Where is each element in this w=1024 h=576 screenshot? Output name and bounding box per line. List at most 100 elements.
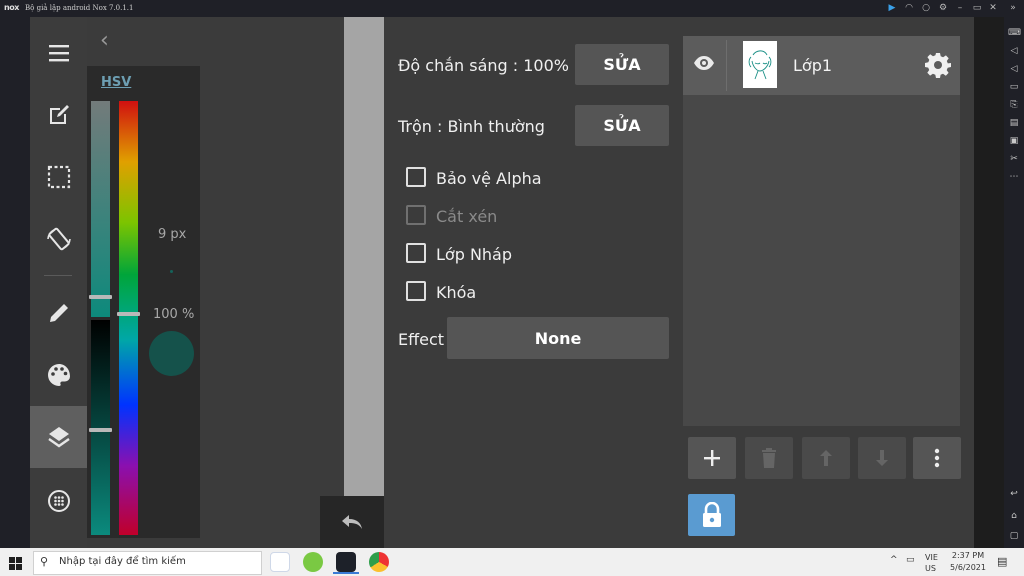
effect-select-button[interactable]: None: [447, 317, 669, 359]
move-layer-down-button[interactable]: [858, 437, 906, 479]
lock-layer-button[interactable]: [688, 494, 735, 536]
toolbar-divider: [44, 275, 72, 276]
blend-edit-button[interactable]: SỬA: [575, 105, 669, 146]
layer-more-button[interactable]: [913, 437, 961, 479]
chevron-left-icon[interactable]: ‹: [100, 28, 109, 53]
lock-label: Khóa: [436, 283, 477, 302]
nox-app-icon[interactable]: [336, 552, 356, 572]
grid-tool-button[interactable]: [30, 470, 87, 532]
selection-tool-button[interactable]: [30, 146, 87, 208]
android-recents-icon[interactable]: ▢: [1008, 530, 1020, 542]
lock-icon: [702, 502, 721, 527]
account-icon[interactable]: ○: [920, 3, 932, 14]
clipping-checkbox: [406, 205, 426, 225]
notification-icon[interactable]: ▤: [997, 555, 1007, 568]
eye-icon[interactable]: [693, 55, 715, 75]
draft-layer-checkbox[interactable]: [406, 243, 426, 263]
shared-folder-icon[interactable]: ▣: [1008, 135, 1020, 147]
window-title: Bộ giả lập android Nox 7.0.1.1: [25, 4, 134, 12]
menu-button[interactable]: [30, 22, 87, 84]
opacity-edit-button[interactable]: SỬA: [575, 44, 669, 85]
input-language-top: VIE: [925, 553, 938, 562]
hue-thumb[interactable]: [117, 312, 140, 316]
hamburger-icon: [48, 45, 69, 62]
more-vertical-icon: [934, 448, 940, 468]
undo-button[interactable]: [320, 496, 384, 548]
move-layer-up-button[interactable]: [802, 437, 850, 479]
hue-slider[interactable]: [119, 101, 138, 535]
palette-tool-button[interactable]: [30, 344, 87, 406]
value-thumb[interactable]: [89, 428, 112, 432]
active-app-indicator: [333, 572, 359, 574]
layer-properties-panel: [384, 17, 683, 548]
effect-label: Effect: [398, 330, 445, 349]
canvas-strip[interactable]: [344, 17, 384, 496]
trash-icon: [762, 448, 776, 468]
screenshot-icon[interactable]: ⎘: [1008, 99, 1020, 111]
windows-start-icon[interactable]: [9, 555, 22, 574]
emulator-side-toolbar: ⌨ ◁ ◁ ▭ ⎘ ▤ ▣ ✂ ⋯ ↩ ⌂ ▢: [1004, 17, 1024, 548]
layer-name: Lớp1: [793, 56, 833, 75]
install-apk-icon[interactable]: ▤: [1008, 117, 1020, 129]
add-layer-button[interactable]: [688, 437, 736, 479]
input-language[interactable]: VIE US: [925, 552, 938, 574]
zalo-app-icon[interactable]: [270, 552, 290, 572]
tray-chevron-icon[interactable]: ^: [890, 555, 898, 565]
arrow-up-icon: [820, 450, 832, 466]
selection-icon: [47, 165, 70, 189]
screen-icon[interactable]: ▭: [1008, 81, 1020, 93]
network-icon[interactable]: ▭: [906, 555, 915, 565]
delete-layer-button[interactable]: [745, 437, 793, 479]
rotate-icon: [46, 227, 71, 251]
scissors-icon[interactable]: ✂: [1008, 153, 1020, 165]
emulator-title-bar: nox Bộ giả lập android Nox 7.0.1.1 ▶ ◠ ○…: [0, 0, 1024, 17]
volume-down-icon[interactable]: ◁: [1008, 63, 1020, 75]
keyboard-icon[interactable]: ⌨: [1008, 27, 1021, 39]
maximize-icon[interactable]: ▭: [971, 3, 983, 14]
brush-opacity-label: 100 %: [153, 307, 195, 322]
brush-size-preview: [170, 270, 173, 273]
tool-sidebar: [30, 17, 87, 548]
android-back-icon[interactable]: ↩: [1008, 488, 1020, 500]
edit-icon: [49, 105, 69, 124]
clipping-label: Cắt xén: [436, 207, 498, 226]
arrow-down-icon: [876, 450, 888, 466]
nox-logo: nox: [4, 3, 19, 12]
clock-date: 5/6/2021: [950, 563, 986, 572]
pen-tool-button[interactable]: [30, 282, 87, 344]
sketch-thumbnail-icon: [748, 50, 772, 80]
close-icon[interactable]: ✕: [987, 3, 999, 14]
input-language-bottom: US: [925, 564, 936, 573]
opacity-label: Độ chắn sáng : 100%: [398, 56, 569, 75]
chrome-app-icon[interactable]: [369, 552, 389, 572]
edit-tool-button[interactable]: [30, 84, 87, 146]
hsv-mode-link[interactable]: HSV: [101, 75, 131, 90]
more-icon[interactable]: ⋯: [1008, 171, 1020, 183]
taskbar-clock[interactable]: 2:37 PM 5/6/2021: [950, 551, 986, 572]
saturation-thumb[interactable]: [89, 295, 112, 299]
layers-tool-button[interactable]: [30, 406, 87, 468]
rotate-tool-button[interactable]: [30, 208, 87, 270]
settings-icon[interactable]: ⚙: [937, 3, 949, 14]
play-icon[interactable]: ▶: [886, 3, 898, 14]
expand-sidebar-icon[interactable]: »: [1007, 3, 1019, 14]
alpha-protect-checkbox[interactable]: [406, 167, 426, 187]
current-color-swatch[interactable]: [149, 331, 194, 376]
blend-mode-label: Trộn : Bình thường: [398, 117, 545, 136]
minimize-icon[interactable]: –: [954, 3, 966, 14]
layer-settings-icon[interactable]: [925, 52, 951, 82]
headset-icon[interactable]: ◠: [903, 3, 915, 14]
taskbar-search-placeholder: Nhập tại đây để tìm kiếm: [59, 556, 186, 567]
draft-layer-label: Lớp Nháp: [436, 245, 513, 264]
lock-checkbox[interactable]: [406, 281, 426, 301]
layer-row-divider: [726, 40, 727, 91]
android-home-icon[interactable]: ⌂: [1008, 510, 1020, 522]
browser-app-icon[interactable]: [303, 552, 323, 572]
layers-icon: [47, 427, 70, 448]
palette-icon: [47, 364, 70, 386]
clock-time: 2:37 PM: [951, 551, 985, 560]
undo-icon: [342, 515, 362, 529]
saturation-slider[interactable]: [91, 101, 110, 317]
pen-icon: [49, 304, 68, 322]
volume-up-icon[interactable]: ◁: [1008, 45, 1020, 57]
